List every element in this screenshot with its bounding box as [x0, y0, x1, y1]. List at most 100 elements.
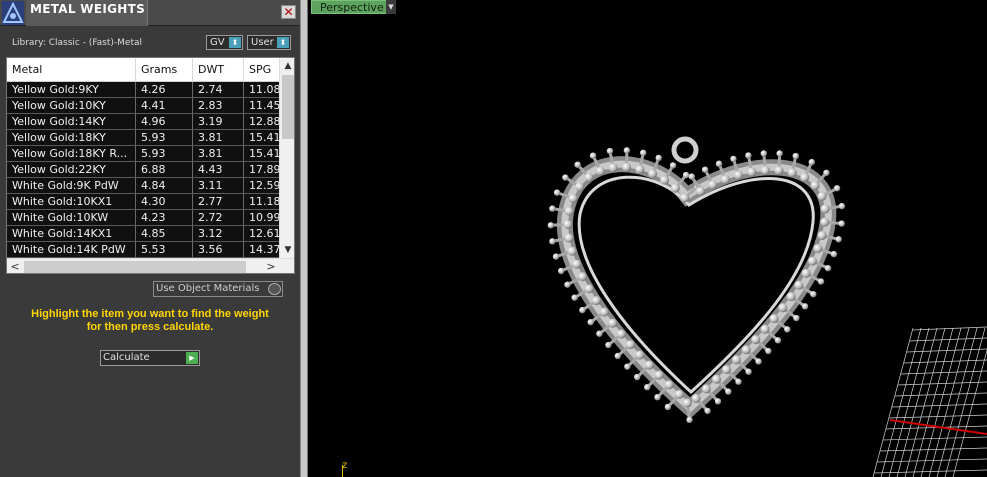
table-row[interactable]: Yellow Gold:18KY R... 5.93 3.81 15.41 — [7, 146, 279, 162]
heart-pendant-model — [547, 136, 846, 424]
bead — [595, 166, 605, 176]
grid-line — [903, 359, 987, 364]
panel-splitter[interactable] — [300, 0, 308, 477]
bead — [564, 233, 574, 243]
cell-dwt: 3.12 — [193, 226, 244, 241]
table-row[interactable]: White Gold:9K PdW 4.84 3.11 12.59 — [7, 178, 279, 194]
cell-metal: White Gold:10KW — [7, 210, 136, 225]
bead — [563, 220, 573, 230]
bead — [817, 230, 827, 240]
bead — [553, 189, 561, 196]
bead — [751, 335, 761, 345]
calculate-button[interactable]: Calculate ▶ — [100, 350, 200, 366]
bead — [793, 314, 800, 322]
horizontal-scroll-thumb[interactable] — [24, 261, 246, 273]
table-row[interactable]: White Gold:14KX1 4.85 3.12 12.61 — [7, 226, 279, 242]
bead — [596, 330, 603, 337]
dropdown-arrow-icon: ⬍ — [229, 37, 241, 48]
cell-dwt: 3.56 — [193, 242, 244, 257]
scroll-up-arrow-icon[interactable]: ▲ — [280, 58, 294, 74]
cell-dwt: 2.72 — [193, 210, 244, 225]
gv-dropdown[interactable]: GV ⬍ — [206, 35, 243, 50]
bead — [808, 256, 818, 266]
use-object-materials-toggle[interactable]: Use Object Materials — [153, 281, 283, 297]
library-label: Library: Classic - (Fast)-Metal — [12, 38, 143, 48]
cell-metal: Yellow Gold:22KY — [7, 162, 136, 177]
bead — [813, 244, 823, 254]
cell-metal: White Gold:10KX1 — [7, 194, 136, 209]
bead — [745, 368, 752, 375]
bead — [664, 403, 672, 411]
column-header-metal[interactable]: Metal — [7, 58, 136, 82]
cell-grams: 6.88 — [136, 162, 193, 177]
bead — [701, 166, 709, 173]
view-name: Perspective — [320, 1, 384, 14]
cell-grams: 4.41 — [136, 98, 193, 113]
grid-line — [904, 327, 946, 477]
bead — [733, 170, 743, 180]
bead — [801, 303, 809, 310]
table-row[interactable]: White Gold:14K PdW 5.53 3.56 14.37 — [7, 242, 279, 258]
view-label-tab[interactable]: Perspective — [311, 0, 396, 14]
grid-line — [896, 327, 938, 477]
bead — [730, 155, 737, 163]
bead — [571, 294, 578, 301]
close-button[interactable]: ✕ — [281, 5, 296, 19]
radio-toggle-icon[interactable] — [268, 283, 281, 295]
grid-line — [872, 327, 914, 477]
pendant-bail-ring — [671, 136, 699, 164]
scroll-left-arrow-icon[interactable]: < — [7, 259, 23, 273]
grid-line — [888, 327, 930, 477]
table-row[interactable]: Yellow Gold:22KY 6.88 4.43 17.89 — [7, 162, 279, 178]
bead — [688, 173, 695, 180]
grid-line — [880, 327, 922, 477]
cell-grams: 4.85 — [136, 226, 193, 241]
cell-metal: White Gold:14K PdW — [7, 242, 136, 257]
scroll-down-arrow-icon[interactable]: ▼ — [280, 242, 294, 258]
table-header: Metal Grams DWT SPG — [7, 58, 279, 82]
instruction-text: Highlight the item you want to find the … — [10, 308, 290, 334]
bead — [605, 341, 612, 349]
table-row[interactable]: White Gold:10KX1 4.30 2.77 11.18 — [7, 194, 279, 210]
bead — [680, 193, 690, 203]
horizontal-scrollbar[interactable]: < > — [7, 258, 294, 273]
cell-spg: 15.41 — [249, 131, 279, 144]
cell-grams: 4.23 — [136, 210, 193, 225]
bead — [801, 268, 811, 278]
ground-grid — [872, 326, 987, 477]
table-row[interactable]: White Gold:10KW 4.23 2.72 10.99 — [7, 210, 279, 226]
column-header-grams[interactable]: Grams — [136, 58, 193, 82]
cell-dwt: 3.19 — [193, 114, 244, 129]
perspective-viewport[interactable]: Perspective ▼ z — [308, 0, 987, 477]
bead — [774, 165, 784, 175]
bead — [741, 345, 751, 355]
bead — [644, 384, 651, 391]
bead — [720, 174, 730, 184]
column-header-dwt[interactable]: DWT — [193, 58, 244, 82]
bead — [562, 174, 569, 181]
bead — [760, 324, 770, 334]
table-row[interactable]: Yellow Gold:14KY 4.96 3.19 12.88 — [7, 114, 279, 130]
table-row[interactable]: Yellow Gold:10KY 4.41 2.83 11.45 — [7, 98, 279, 114]
user-dropdown-label: User — [251, 37, 274, 48]
bead — [714, 398, 722, 405]
cell-dwt: 2.74 — [193, 82, 244, 97]
bead — [575, 182, 585, 192]
table-row[interactable]: Yellow Gold:9KY 4.26 2.74 11.08 — [7, 82, 279, 98]
vertical-scroll-thumb[interactable] — [282, 75, 294, 139]
user-dropdown[interactable]: User ⬍ — [247, 35, 291, 50]
view-menu-arrow-icon[interactable]: ▼ — [386, 0, 396, 14]
cell-metal: Yellow Gold:18KY R... — [7, 146, 136, 161]
bead — [712, 374, 722, 384]
bead — [625, 340, 635, 350]
scroll-right-arrow-icon[interactable]: > — [263, 259, 279, 273]
cell-spg: 12.88 — [249, 115, 279, 128]
vertical-scrollbar[interactable]: ▲ ▼ — [279, 58, 294, 258]
column-header-spg[interactable]: SPG — [244, 58, 279, 82]
cell-metal: White Gold:14KX1 — [7, 226, 136, 241]
bead — [589, 152, 597, 159]
bead — [800, 173, 810, 183]
bead — [776, 150, 783, 157]
table-row[interactable]: Yellow Gold:18KY 5.93 3.81 15.41 — [7, 130, 279, 146]
bead — [715, 160, 723, 167]
